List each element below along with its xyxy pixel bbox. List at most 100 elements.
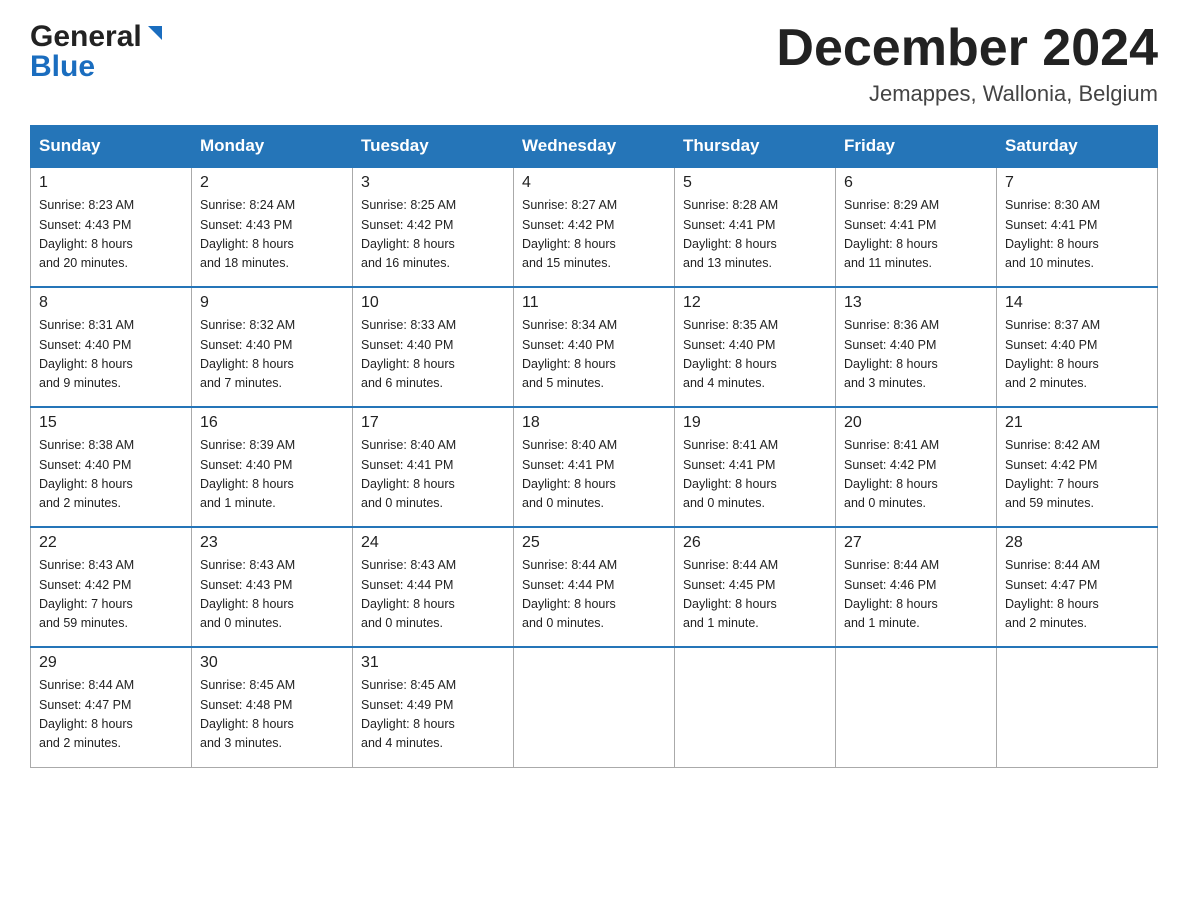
day-info: Sunrise: 8:40 AMSunset: 4:41 PMDaylight:… (361, 436, 505, 514)
day-number: 9 (200, 294, 344, 312)
logo-general-text: General (30, 20, 142, 54)
table-row: 15 Sunrise: 8:38 AMSunset: 4:40 PMDayligh… (31, 407, 192, 527)
day-info: Sunrise: 8:36 AMSunset: 4:40 PMDaylight:… (844, 316, 988, 394)
day-number: 22 (39, 534, 183, 552)
col-wednesday: Wednesday (514, 126, 675, 168)
day-info: Sunrise: 8:25 AMSunset: 4:42 PMDaylight:… (361, 196, 505, 274)
table-row: 13 Sunrise: 8:36 AMSunset: 4:40 PMDayligh… (836, 287, 997, 407)
day-number: 3 (361, 174, 505, 192)
month-title: December 2024 (776, 20, 1158, 77)
day-number: 20 (844, 414, 988, 432)
day-number: 15 (39, 414, 183, 432)
table-row: 21 Sunrise: 8:42 AMSunset: 4:42 PMDayligh… (997, 407, 1158, 527)
table-row: 8 Sunrise: 8:31 AMSunset: 4:40 PMDaylight… (31, 287, 192, 407)
col-sunday: Sunday (31, 126, 192, 168)
day-number: 7 (1005, 174, 1149, 192)
day-info: Sunrise: 8:33 AMSunset: 4:40 PMDaylight:… (361, 316, 505, 394)
day-info: Sunrise: 8:37 AMSunset: 4:40 PMDaylight:… (1005, 316, 1149, 394)
day-number: 28 (1005, 534, 1149, 552)
day-info: Sunrise: 8:44 AMSunset: 4:47 PMDaylight:… (39, 676, 183, 754)
table-row: 4 Sunrise: 8:27 AMSunset: 4:42 PMDaylight… (514, 167, 675, 287)
day-info: Sunrise: 8:24 AMSunset: 4:43 PMDaylight:… (200, 196, 344, 274)
table-row: 1 Sunrise: 8:23 AMSunset: 4:43 PMDaylight… (31, 167, 192, 287)
day-info: Sunrise: 8:43 AMSunset: 4:43 PMDaylight:… (200, 556, 344, 634)
day-number: 11 (522, 294, 666, 312)
table-row: 17Sunrise: 8:40 AMSunset: 4:41 PMDayligh… (353, 407, 514, 527)
day-info: Sunrise: 8:44 AMSunset: 4:45 PMDaylight:… (683, 556, 827, 634)
day-info: Sunrise: 8:44 AMSunset: 4:46 PMDaylight:… (844, 556, 988, 634)
table-row: 27 Sunrise: 8:44 AMSunset: 4:46 PMDayligh… (836, 527, 997, 647)
day-info: Sunrise: 8:39 AMSunset: 4:40 PMDaylight:… (200, 436, 344, 514)
table-row: 30Sunrise: 8:45 AMSunset: 4:48 PMDayligh… (192, 647, 353, 767)
day-info: Sunrise: 8:44 AMSunset: 4:47 PMDaylight:… (1005, 556, 1149, 634)
day-info: Sunrise: 8:30 AMSunset: 4:41 PMDaylight:… (1005, 196, 1149, 274)
table-row (514, 647, 675, 767)
day-number: 21 (1005, 414, 1149, 432)
day-number: 1 (39, 174, 183, 192)
page-header: General Blue December 2024 Jemappes, Wal… (30, 20, 1158, 107)
day-info: Sunrise: 8:38 AMSunset: 4:40 PMDaylight:… (39, 436, 183, 514)
day-number: 12 (683, 294, 827, 312)
title-section: December 2024 Jemappes, Wallonia, Belgiu… (776, 20, 1158, 107)
table-row: 28 Sunrise: 8:44 AMSunset: 4:47 PMDayligh… (997, 527, 1158, 647)
table-row: 29 Sunrise: 8:44 AMSunset: 4:47 PMDayligh… (31, 647, 192, 767)
day-info: Sunrise: 8:42 AMSunset: 4:42 PMDaylight:… (1005, 436, 1149, 514)
day-info: Sunrise: 8:41 AMSunset: 4:41 PMDaylight:… (683, 436, 827, 514)
calendar-week-4: 22 Sunrise: 8:43 AMSunset: 4:42 PMDayligh… (31, 527, 1158, 647)
day-info: Sunrise: 8:43 AMSunset: 4:42 PMDaylight:… (39, 556, 183, 634)
day-number: 30 (200, 654, 344, 672)
col-friday: Friday (836, 126, 997, 168)
day-number: 2 (200, 174, 344, 192)
col-saturday: Saturday (997, 126, 1158, 168)
table-row: 18 Sunrise: 8:40 AMSunset: 4:41 PMDayligh… (514, 407, 675, 527)
day-number: 31 (361, 654, 505, 672)
col-tuesday: Tuesday (353, 126, 514, 168)
table-row (836, 647, 997, 767)
day-number: 25 (522, 534, 666, 552)
table-row: 9Sunrise: 8:32 AMSunset: 4:40 PMDaylight… (192, 287, 353, 407)
day-info: Sunrise: 8:23 AMSunset: 4:43 PMDaylight:… (39, 196, 183, 274)
table-row: 24Sunrise: 8:43 AMSunset: 4:44 PMDayligh… (353, 527, 514, 647)
table-row: 22 Sunrise: 8:43 AMSunset: 4:42 PMDayligh… (31, 527, 192, 647)
logo-arrow-icon (144, 22, 166, 49)
day-number: 29 (39, 654, 183, 672)
col-monday: Monday (192, 126, 353, 168)
day-info: Sunrise: 8:31 AMSunset: 4:40 PMDaylight:… (39, 316, 183, 394)
day-number: 5 (683, 174, 827, 192)
day-info: Sunrise: 8:27 AMSunset: 4:42 PMDaylight:… (522, 196, 666, 274)
table-row: 6Sunrise: 8:29 AMSunset: 4:41 PMDaylight… (836, 167, 997, 287)
table-row: 14 Sunrise: 8:37 AMSunset: 4:40 PMDayligh… (997, 287, 1158, 407)
day-number: 27 (844, 534, 988, 552)
table-row: 7 Sunrise: 8:30 AMSunset: 4:41 PMDaylight… (997, 167, 1158, 287)
day-number: 6 (844, 174, 988, 192)
table-row: 5Sunrise: 8:28 AMSunset: 4:41 PMDaylight… (675, 167, 836, 287)
day-info: Sunrise: 8:34 AMSunset: 4:40 PMDaylight:… (522, 316, 666, 394)
day-number: 26 (683, 534, 827, 552)
day-info: Sunrise: 8:35 AMSunset: 4:40 PMDaylight:… (683, 316, 827, 394)
calendar-week-2: 8 Sunrise: 8:31 AMSunset: 4:40 PMDaylight… (31, 287, 1158, 407)
day-number: 18 (522, 414, 666, 432)
table-row: 23Sunrise: 8:43 AMSunset: 4:43 PMDayligh… (192, 527, 353, 647)
table-row: 25Sunrise: 8:44 AMSunset: 4:44 PMDayligh… (514, 527, 675, 647)
location-subtitle: Jemappes, Wallonia, Belgium (776, 81, 1158, 107)
day-number: 8 (39, 294, 183, 312)
table-row: 10Sunrise: 8:33 AMSunset: 4:40 PMDayligh… (353, 287, 514, 407)
table-row: 26 Sunrise: 8:44 AMSunset: 4:45 PMDayligh… (675, 527, 836, 647)
day-number: 13 (844, 294, 988, 312)
day-number: 4 (522, 174, 666, 192)
calendar-table: Sunday Monday Tuesday Wednesday Thursday… (30, 125, 1158, 768)
day-info: Sunrise: 8:40 AMSunset: 4:41 PMDaylight:… (522, 436, 666, 514)
table-row (675, 647, 836, 767)
day-number: 19 (683, 414, 827, 432)
table-row: 11 Sunrise: 8:34 AMSunset: 4:40 PMDayligh… (514, 287, 675, 407)
table-row: 31Sunrise: 8:45 AMSunset: 4:49 PMDayligh… (353, 647, 514, 767)
day-number: 24 (361, 534, 505, 552)
logo: General Blue (30, 20, 166, 84)
day-number: 14 (1005, 294, 1149, 312)
col-thursday: Thursday (675, 126, 836, 168)
table-row: 3 Sunrise: 8:25 AMSunset: 4:42 PMDaylight… (353, 167, 514, 287)
table-row: 20Sunrise: 8:41 AMSunset: 4:42 PMDayligh… (836, 407, 997, 527)
table-row: 16Sunrise: 8:39 AMSunset: 4:40 PMDayligh… (192, 407, 353, 527)
calendar-week-5: 29 Sunrise: 8:44 AMSunset: 4:47 PMDayligh… (31, 647, 1158, 767)
table-row: 2 Sunrise: 8:24 AMSunset: 4:43 PMDaylight… (192, 167, 353, 287)
